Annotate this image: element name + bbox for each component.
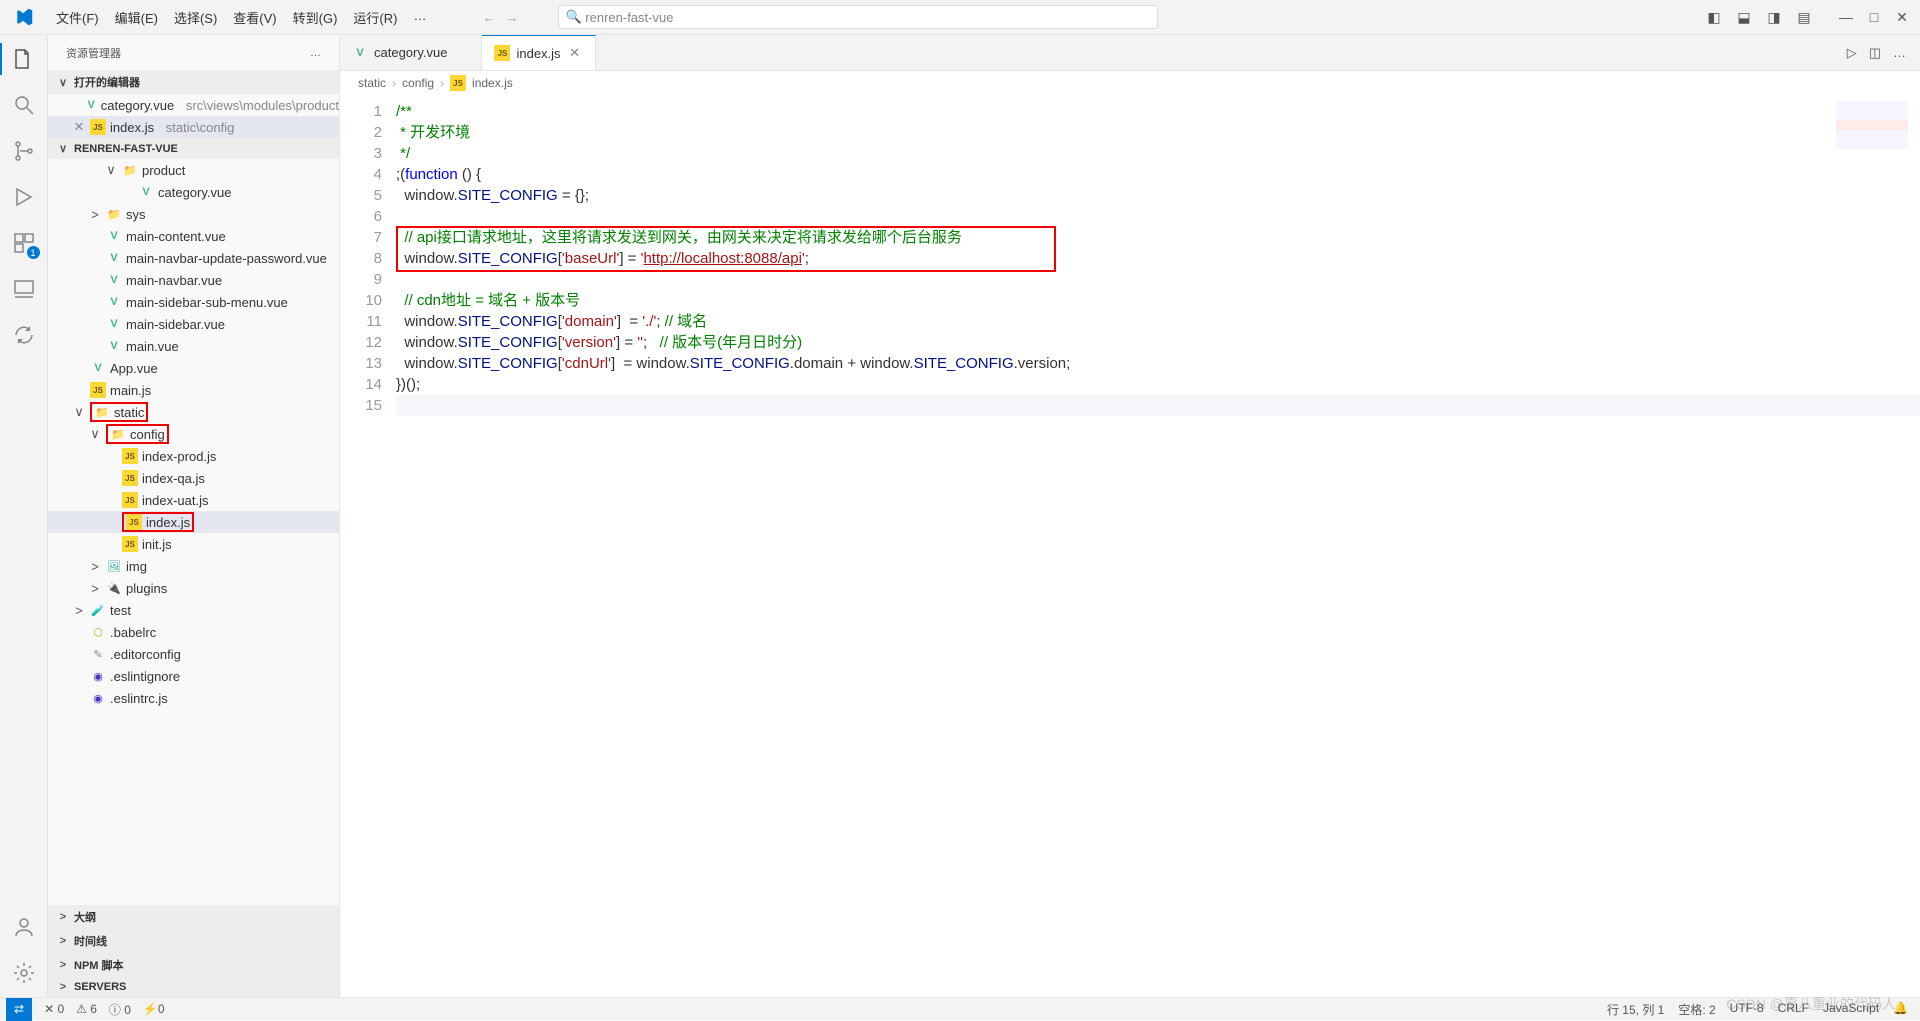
search-icon: 🔍	[565, 9, 581, 25]
layout-customize-icon[interactable]: ▤	[1792, 9, 1816, 26]
search-side-icon[interactable]	[12, 93, 36, 117]
open-editors-label: 打开的编辑器	[74, 74, 140, 90]
remote-indicator-icon[interactable]: ⇄	[6, 998, 32, 1021]
js-icon: JS	[450, 75, 466, 91]
tree-item[interactable]: ⬡.babelrc	[48, 621, 339, 643]
tree-item[interactable]: JSindex-qa.js	[48, 467, 339, 489]
ext-badge: 1	[27, 246, 40, 259]
tree-item[interactable]: Vmain-content.vue	[48, 225, 339, 247]
tab-index.js[interactable]: JSindex.js✕	[482, 35, 595, 70]
section-SERVERS[interactable]: >SERVERS	[48, 977, 339, 997]
menu-edit[interactable]: 编辑(E)	[109, 4, 164, 31]
menu-file[interactable]: 文件(F)	[50, 4, 105, 31]
tree-item[interactable]: Vcategory.vue	[48, 181, 339, 203]
tree-item[interactable]: >🔌plugins	[48, 577, 339, 599]
section-NPM 脚本[interactable]: >NPM 脚本	[48, 953, 339, 977]
menu-view[interactable]: 查看(V)	[227, 4, 282, 31]
crumb-1[interactable]: config	[402, 76, 434, 90]
tree-item[interactable]: Vmain-navbar.vue	[48, 269, 339, 291]
source-control-icon[interactable]	[12, 139, 36, 163]
code-area[interactable]: 123456789101112131415 /** * 开发环境 */ ;(fu…	[340, 95, 1920, 997]
open-editor-item[interactable]: Vcategory.vue src\views\modules\product	[48, 94, 339, 116]
window-close-icon[interactable]: ✕	[1890, 9, 1914, 26]
tree-item[interactable]: JSinit.js	[48, 533, 339, 555]
tree-item[interactable]: JSmain.js	[48, 379, 339, 401]
tree-item[interactable]: ✎.editorconfig	[48, 643, 339, 665]
status-port[interactable]: ⚡0	[143, 1002, 165, 1016]
tree-item[interactable]: ◉.eslintrc.js	[48, 687, 339, 709]
sidebar: 资源管理器 … ∨打开的编辑器 Vcategory.vue src\views\m…	[48, 35, 340, 997]
run-icon[interactable]: ▷	[1847, 45, 1857, 61]
status-spaces[interactable]: 空格: 2	[1678, 1001, 1715, 1018]
nav-forward-icon[interactable]: →	[505, 10, 518, 25]
menu-bar: 文件(F) 编辑(E) 选择(S) 查看(V) 转到(G) 运行(R) …	[48, 4, 432, 31]
root-header[interactable]: ∨RENREN-FAST-VUE	[48, 138, 339, 159]
tree-item[interactable]: ∨📁product	[48, 159, 339, 181]
tree-item[interactable]: ◉.eslintignore	[48, 665, 339, 687]
sync-icon[interactable]	[12, 323, 36, 347]
search-box[interactable]: 🔍 renren-fast-vue	[558, 5, 1158, 29]
tab-more-icon[interactable]: …	[1893, 45, 1906, 60]
layout-right-icon[interactable]: ◨	[1762, 9, 1786, 26]
account-icon[interactable]	[12, 915, 36, 939]
menu-goto[interactable]: 转到(G)	[287, 4, 344, 31]
vscode-logo-icon	[0, 8, 48, 26]
section-大纲[interactable]: >大纲	[48, 905, 339, 929]
close-icon[interactable]: ✕	[567, 45, 583, 61]
open-editors-header[interactable]: ∨打开的编辑器	[48, 70, 339, 94]
menu-run[interactable]: 运行(R)	[347, 4, 403, 31]
status-bar: ⇄ ✕ 0 ⚠ 6 ⓘ 0 ⚡0 行 15, 列 1 空格: 2 UTF-8 C…	[0, 997, 1920, 1020]
tree-item[interactable]: Vmain-navbar-update-password.vue	[48, 247, 339, 269]
layout-bottom-icon[interactable]: ⬓	[1732, 9, 1756, 26]
editor: Vcategory.vueJSindex.js✕ ▷ ◫ … static› c…	[340, 35, 1920, 997]
tree-item[interactable]: Vmain-sidebar-sub-menu.vue	[48, 291, 339, 313]
tree-item[interactable]: VApp.vue	[48, 357, 339, 379]
breadcrumbs[interactable]: static› config› JS index.js	[340, 71, 1920, 95]
code-lines[interactable]: /** * 开发环境 */ ;(function () { window.SIT…	[396, 95, 1920, 997]
window-min-icon[interactable]: —	[1834, 9, 1858, 25]
tab-category.vue[interactable]: Vcategory.vue	[340, 35, 482, 70]
run-debug-icon[interactable]	[12, 185, 36, 209]
tree-item[interactable]: Vmain-sidebar.vue	[48, 313, 339, 335]
status-position[interactable]: 行 15, 列 1	[1607, 1001, 1664, 1018]
sidebar-title: 资源管理器	[66, 45, 121, 61]
tree-item[interactable]: ∨📁static	[48, 401, 339, 423]
watermark: CSDN @愿八重业的代码人	[1726, 994, 1896, 1014]
status-warnings[interactable]: ⚠ 6	[76, 1002, 97, 1016]
tree-item[interactable]: >🖼img	[48, 555, 339, 577]
editor-tabs: Vcategory.vueJSindex.js✕ ▷ ◫ …	[340, 35, 1920, 71]
crumb-0[interactable]: static	[358, 76, 386, 90]
section-时间线[interactable]: >时间线	[48, 929, 339, 953]
layout-left-icon[interactable]: ◧	[1702, 9, 1726, 26]
settings-gear-icon[interactable]	[12, 961, 36, 985]
sidebar-more-icon[interactable]: …	[310, 47, 321, 59]
explorer-icon[interactable]	[12, 47, 36, 71]
status-errors[interactable]: ✕ 0	[44, 1002, 64, 1016]
status-info[interactable]: ⓘ 0	[109, 1001, 131, 1018]
remote-explorer-icon[interactable]	[12, 277, 36, 301]
extensions-icon[interactable]: 1	[12, 231, 36, 255]
layout-icons: ◧ ⬓ ◨ ▤	[1702, 9, 1816, 26]
tree-item[interactable]: >🧪test	[48, 599, 339, 621]
line-numbers: 123456789101112131415	[340, 95, 396, 997]
nav-arrows: ← →	[482, 10, 518, 25]
root-label: RENREN-FAST-VUE	[74, 143, 178, 155]
tree-item[interactable]: ∨📁config	[48, 423, 339, 445]
open-editor-item[interactable]: ✕JSindex.js static\config	[48, 116, 339, 138]
tree-item[interactable]: JSindex.js	[48, 511, 339, 533]
crumb-2[interactable]: index.js	[472, 76, 513, 90]
title-bar: 文件(F) 编辑(E) 选择(S) 查看(V) 转到(G) 运行(R) … ← …	[0, 0, 1920, 35]
menu-select[interactable]: 选择(S)	[168, 4, 223, 31]
tree-item[interactable]: JSindex-prod.js	[48, 445, 339, 467]
split-editor-icon[interactable]: ◫	[1869, 45, 1881, 61]
menu-more[interactable]: …	[407, 4, 432, 31]
minimap[interactable]	[1836, 101, 1908, 149]
tree-item[interactable]: JSindex-uat.js	[48, 489, 339, 511]
window-max-icon[interactable]: □	[1862, 9, 1886, 25]
search-placeholder: renren-fast-vue	[585, 10, 673, 25]
tree-item[interactable]: >📁sys	[48, 203, 339, 225]
nav-back-icon[interactable]: ←	[482, 10, 495, 25]
tree-item[interactable]: Vmain.vue	[48, 335, 339, 357]
activity-bar: 1	[0, 35, 48, 997]
